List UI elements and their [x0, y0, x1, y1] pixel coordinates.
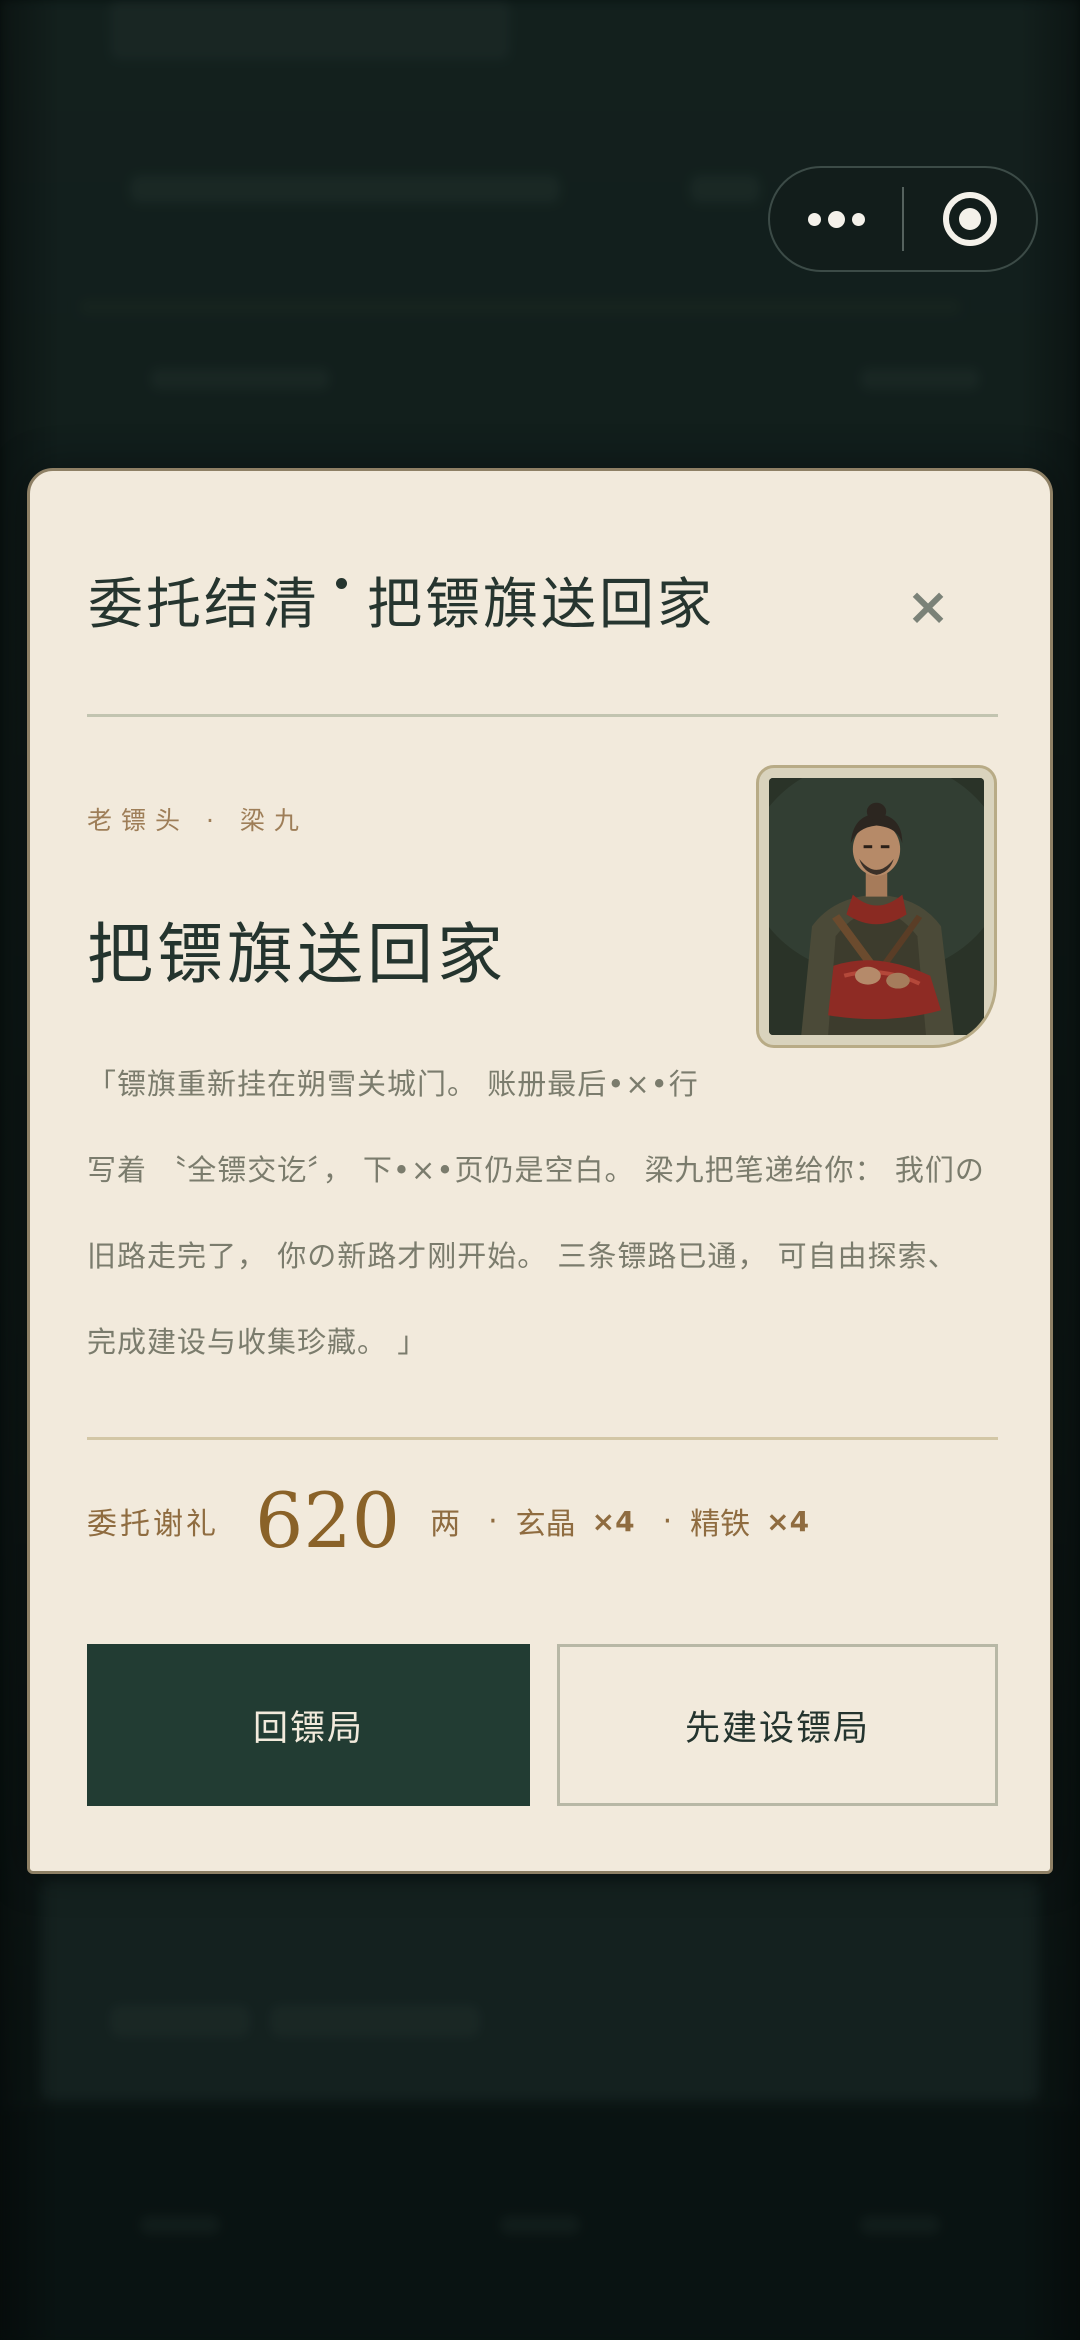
reward-item-qty: ×4 [591, 1504, 635, 1538]
reward-row: 委托谢礼 620 两 · 玄晶 ×4 · 精铁 ×4 [87, 1481, 809, 1561]
story-quote: 「镖旗重新挂在朔雪关城门。 账册最后•×•行 写着 〝全镖交讫〞， 下•×•页仍… [87, 1041, 1007, 1385]
story-heading: 把镖旗送回家 [87, 916, 507, 993]
screen: 委托结清 把镖旗送回家 × 老镖头 · 梁九 把镖旗送回家 「镖旗重新挂在朔雪关… [0, 0, 1080, 2340]
reward-divider [87, 1437, 998, 1440]
reward-item-qty: ×4 [766, 1504, 810, 1538]
modal-title: 委托结清 把镖旗送回家 [88, 559, 715, 639]
title-dot-icon [336, 578, 348, 589]
quote-line: 「镖旗重新挂在朔雪关城门。 账册最后•×•行 [87, 1067, 699, 1101]
reward-amount: 620 [255, 1476, 401, 1565]
build-agency-first-button[interactable]: 先建设镖局 [557, 1644, 998, 1806]
modal-title-part2: 把镖旗送回家 [367, 572, 716, 636]
modal-title-part1: 委托结清 [88, 572, 321, 636]
reward-item-name: 玄晶 [515, 1507, 576, 1542]
more-dots-icon [807, 210, 865, 228]
reward-separator: · [662, 1503, 673, 1539]
quote-line: 旧路走完了， 你の新路才刚开始。 三条镖路已通， 可自由探索、 [87, 1239, 958, 1273]
quote-line: 写着 〝全镖交讫〞， 下•×•页仍是空白。 梁九把笔递给你： 我们の [87, 1153, 985, 1187]
target-circle-icon [943, 192, 997, 246]
exit-button[interactable] [904, 168, 1036, 270]
miniprogram-capsule [768, 166, 1038, 272]
quote-line: 完成建设与收集珍藏。 」 [87, 1325, 428, 1359]
return-to-agency-button[interactable]: 回镖局 [87, 1644, 530, 1806]
reward-unit: 两 [430, 1507, 461, 1542]
close-button[interactable]: × [892, 571, 964, 643]
commission-complete-modal: 委托结清 把镖旗送回家 × 老镖头 · 梁九 把镖旗送回家 「镖旗重新挂在朔雪关… [27, 468, 1053, 1874]
more-button[interactable] [770, 168, 902, 270]
escort-master-portrait-image [769, 778, 984, 1035]
reward-item-name: 精铁 [690, 1507, 751, 1542]
reward-label: 委托谢礼 [87, 1507, 219, 1542]
speaker-label: 老镖头 · 梁九 [87, 806, 308, 835]
character-portrait [756, 765, 997, 1048]
title-divider [87, 714, 998, 717]
reward-separator: · [488, 1503, 498, 1539]
